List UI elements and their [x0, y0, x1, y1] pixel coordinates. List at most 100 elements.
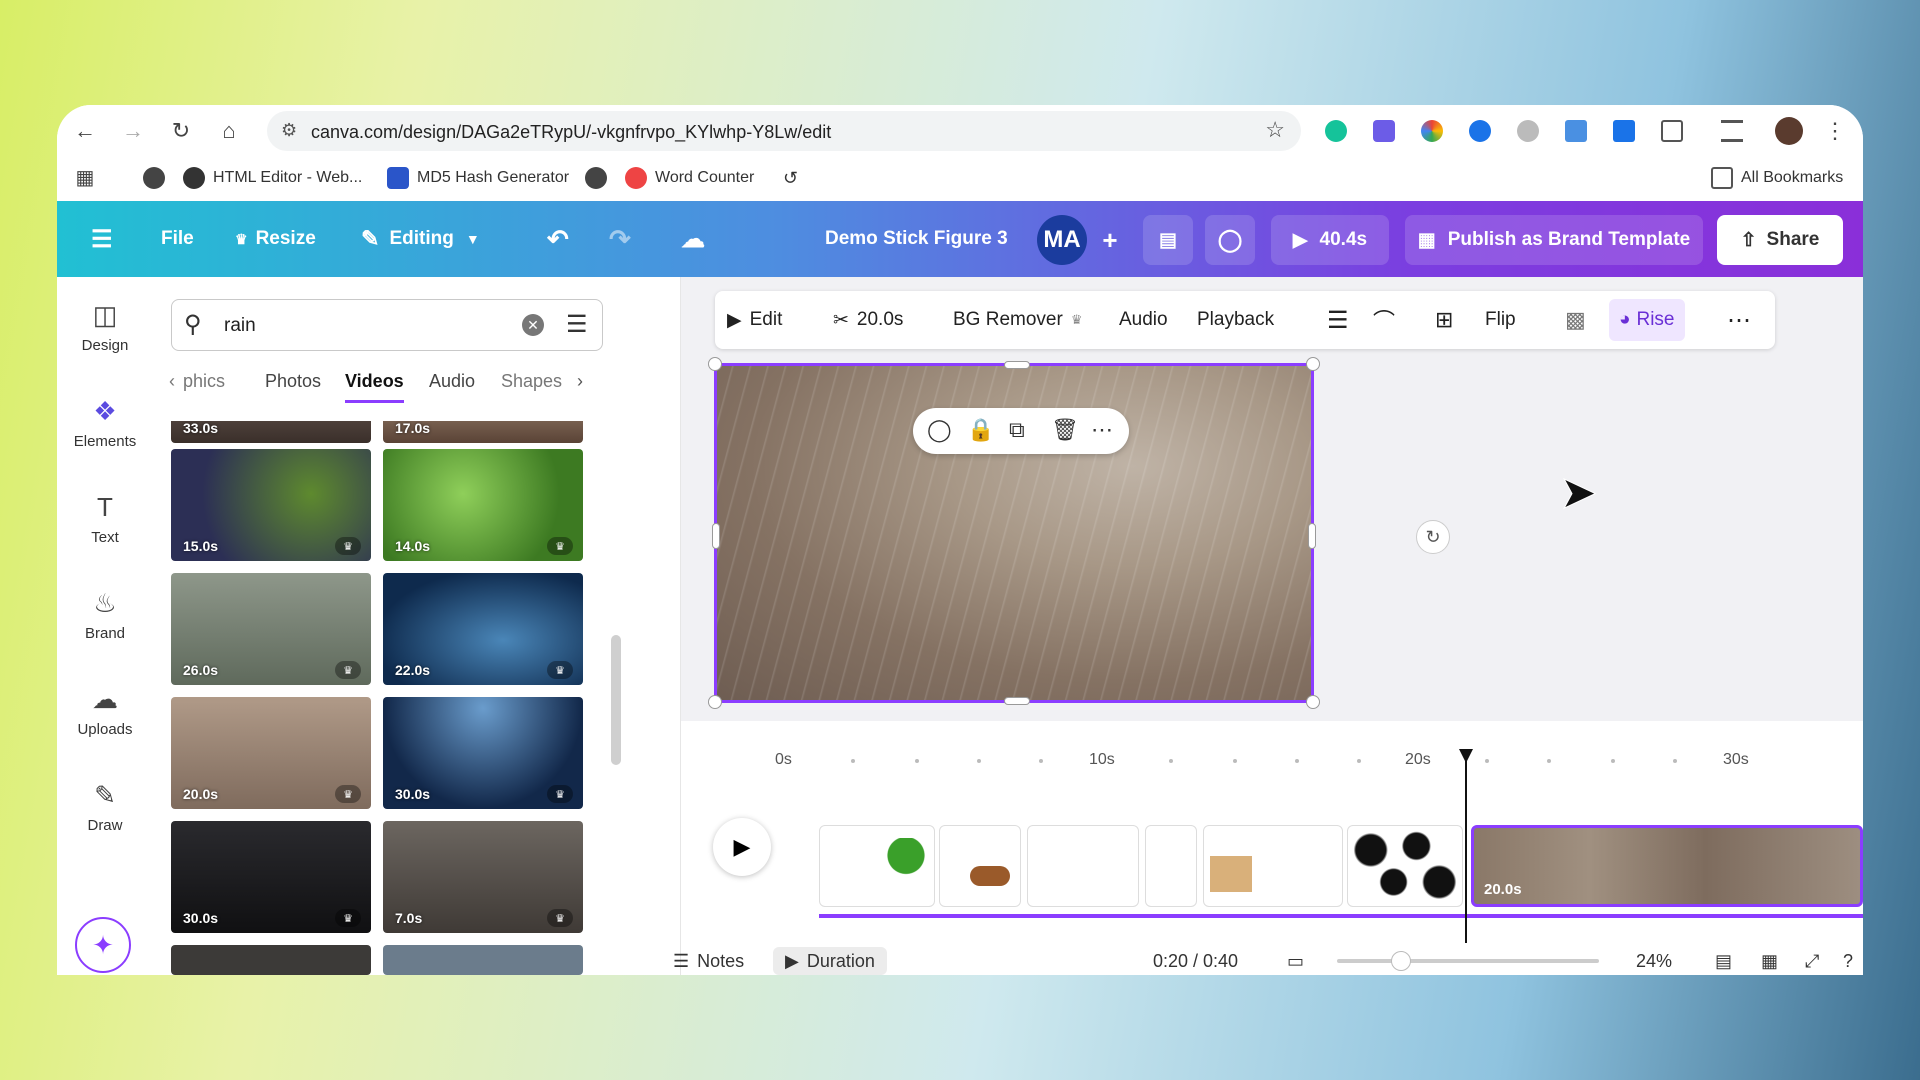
d-extension-icon[interactable]: [1373, 120, 1395, 142]
fullscreen-icon[interactable]: ⤢: [1805, 947, 1819, 975]
back-icon[interactable]: ←: [71, 117, 99, 145]
help-icon[interactable]: ?: [1843, 947, 1853, 975]
video-thumb[interactable]: 22.0s ♛: [383, 573, 583, 685]
forward-icon[interactable]: →: [119, 117, 147, 145]
color-extension-icon[interactable]: [1421, 120, 1443, 142]
resize-handle[interactable]: [1004, 361, 1030, 369]
timeline-clip-selected[interactable]: 20.0s: [1471, 825, 1863, 907]
insights-icon[interactable]: ▤: [1143, 215, 1193, 265]
grid-view-icon[interactable]: ▦: [1761, 947, 1778, 975]
video-thumb[interactable]: [171, 945, 371, 975]
media-icon[interactable]: [1721, 120, 1743, 142]
video-thumb[interactable]: 14.0s ♛: [383, 449, 583, 561]
play-presentation-button[interactable]: ▶ 40.4s: [1271, 215, 1389, 265]
tab-photos[interactable]: Photos: [265, 371, 321, 392]
resize-button[interactable]: ♛ Resize: [235, 201, 316, 277]
rail-uploads[interactable]: ☁ Uploads: [57, 683, 153, 763]
redo-icon[interactable]: ↷: [609, 201, 631, 277]
rise-animation-button[interactable]: ◕ Rise: [1609, 299, 1685, 341]
all-bookmarks[interactable]: All Bookmarks: [1711, 163, 1843, 193]
tab-graphics[interactable]: phics: [183, 371, 225, 392]
rail-elements[interactable]: ❖ Elements: [57, 395, 153, 475]
apps-grid-icon[interactable]: ▦: [71, 163, 99, 191]
tabs-next-icon[interactable]: ›: [577, 371, 583, 392]
bookmark-star-icon[interactable]: ☆: [1265, 117, 1285, 143]
globe-bookmark[interactable]: [143, 163, 173, 193]
zoom-slider[interactable]: [1337, 951, 1599, 971]
video-thumb[interactable]: 17.0s: [383, 421, 583, 443]
filter-icon[interactable]: ☰: [566, 310, 588, 339]
blue-extension-icon[interactable]: [1469, 120, 1491, 142]
resize-handle[interactable]: [1004, 697, 1030, 705]
timeline-play-button[interactable]: ▶: [713, 818, 771, 876]
corner-rounding-icon[interactable]: ⌒: [1373, 291, 1395, 349]
timeline-clip[interactable]: [1027, 825, 1139, 907]
extensions-icon[interactable]: [1661, 120, 1683, 142]
menu-icon[interactable]: ☰: [91, 201, 113, 277]
selected-video-element[interactable]: ◯ 🔒 ⧉ 🗑 ⋯: [708, 357, 1320, 709]
flip-button[interactable]: Flip: [1485, 291, 1516, 349]
timeline-clip[interactable]: [1347, 825, 1463, 907]
notes-button[interactable]: ☰ Notes: [673, 947, 744, 975]
add-collaborator-icon[interactable]: +: [1093, 215, 1127, 265]
editing-dropdown[interactable]: ✎ Editing ▼: [361, 201, 480, 277]
puzzle-extension-icon[interactable]: [1613, 120, 1635, 142]
search-input[interactable]: rain: [224, 315, 256, 337]
k-extension-icon[interactable]: [1517, 120, 1539, 142]
more-options-icon[interactable]: ⋯: [1727, 291, 1751, 349]
pages-icon[interactable]: ▤: [1715, 947, 1732, 975]
position-lines-icon[interactable]: ☰: [1327, 291, 1349, 349]
reload-icon[interactable]: ↻: [167, 117, 195, 145]
comment-icon[interactable]: ◯: [1205, 215, 1255, 265]
timeline-clip[interactable]: [939, 825, 1021, 907]
share-button[interactable]: ⇧ Share: [1717, 215, 1843, 265]
bookmark-html-editor[interactable]: HTML Editor - Web...: [183, 163, 362, 193]
design-title[interactable]: Demo Stick Figure 3: [825, 201, 1008, 277]
site-settings-icon[interactable]: ⚙: [281, 120, 297, 141]
more-icon[interactable]: ⋯: [1091, 417, 1113, 443]
publish-brand-template-button[interactable]: ▦ Publish as Brand Template: [1405, 215, 1703, 265]
zoom-level[interactable]: 24%: [1636, 947, 1672, 975]
video-thumb[interactable]: 15.0s ♛: [171, 449, 371, 561]
video-thumb[interactable]: 33.0s: [171, 421, 371, 443]
resize-handle[interactable]: [712, 523, 720, 549]
timeline-clip[interactable]: [1145, 825, 1197, 907]
transparency-icon[interactable]: ▩: [1565, 291, 1586, 349]
search-box[interactable]: ⚲ rain ✕ ☰: [171, 299, 603, 351]
rotate-icon[interactable]: ↻: [1416, 520, 1450, 554]
resize-handle[interactable]: [1308, 523, 1316, 549]
playhead-handle[interactable]: [1459, 749, 1473, 763]
bg-remover-button[interactable]: BG Remover ♛: [953, 291, 1082, 349]
duplicate-icon[interactable]: ⧉: [1009, 417, 1025, 443]
resize-handle[interactable]: [708, 695, 722, 709]
file-menu[interactable]: File: [161, 201, 194, 277]
tab-videos[interactable]: Videos: [345, 371, 404, 403]
undo-icon[interactable]: ↶: [547, 201, 569, 277]
playhead[interactable]: [1465, 761, 1467, 943]
rail-draw[interactable]: ✎ Draw: [57, 779, 153, 859]
clear-search-icon[interactable]: ✕: [522, 314, 544, 336]
map-extension-icon[interactable]: [1565, 120, 1587, 142]
tabs-prev-icon[interactable]: ‹: [169, 371, 175, 392]
comment-add-icon[interactable]: ◯: [927, 417, 952, 443]
panel-scrollbar[interactable]: [609, 421, 623, 975]
video-thumb[interactable]: 30.0s ♛: [171, 821, 371, 933]
duration-button[interactable]: ▶ Duration: [773, 947, 887, 975]
video-thumb[interactable]: 20.0s ♛: [171, 697, 371, 809]
resize-handle[interactable]: [1306, 357, 1320, 371]
timeline-clip[interactable]: [1203, 825, 1343, 907]
video-thumb[interactable]: 30.0s ♛: [383, 697, 583, 809]
profile-avatar[interactable]: [1775, 117, 1803, 145]
history-icon[interactable]: ↺: [783, 163, 798, 193]
monitor-icon[interactable]: ▭: [1287, 947, 1304, 975]
zoom-slider-thumb[interactable]: [1391, 951, 1411, 971]
tab-audio[interactable]: Audio: [429, 371, 475, 392]
address-bar[interactable]: ⚙ canva.com/design/DAGa2eTRypU/-vkgnfrvp…: [267, 111, 1301, 151]
audio-track-bar[interactable]: [819, 914, 1863, 918]
collaborator-avatar[interactable]: MA: [1037, 215, 1087, 265]
cloud-save-icon[interactable]: ☁: [681, 201, 705, 277]
bookmark-word-counter[interactable]: Word Counter: [625, 163, 754, 193]
video-thumb[interactable]: [383, 945, 583, 975]
rail-text[interactable]: T Text: [57, 491, 153, 571]
timeline-clip[interactable]: [819, 825, 935, 907]
